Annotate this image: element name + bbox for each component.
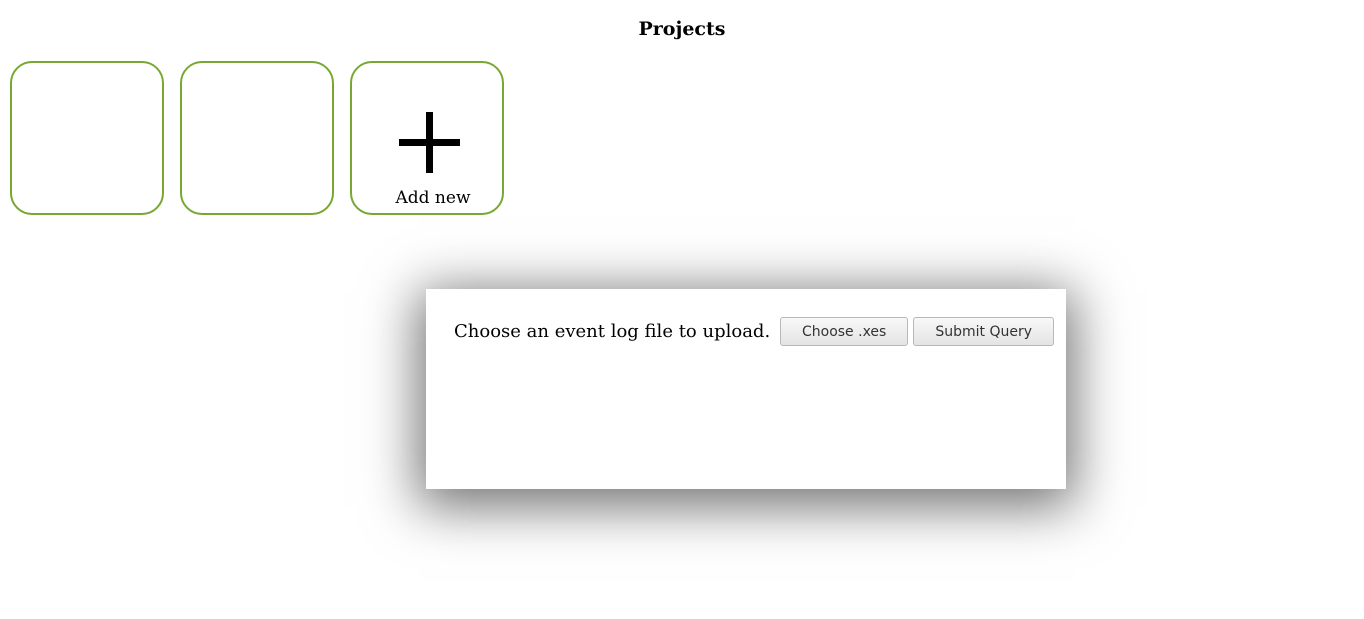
upload-form: Choose an event log file to upload. Choo… <box>454 317 1055 346</box>
add-new-project-card[interactable]: Add new <box>350 61 504 215</box>
upload-prompt: Choose an event log file to upload. <box>454 321 771 342</box>
page: Projects Add new Choose an event log fil… <box>0 0 1364 619</box>
project-card[interactable] <box>180 61 334 215</box>
plus-icon <box>399 112 460 173</box>
add-new-label: Add new <box>395 188 471 208</box>
choose-file-button[interactable]: Choose .xes <box>780 317 909 346</box>
upload-dialog: Choose an event log file to upload. Choo… <box>426 289 1066 489</box>
submit-query-button[interactable]: Submit Query <box>913 317 1055 346</box>
project-card[interactable] <box>10 61 164 215</box>
page-title: Projects <box>638 18 726 40</box>
